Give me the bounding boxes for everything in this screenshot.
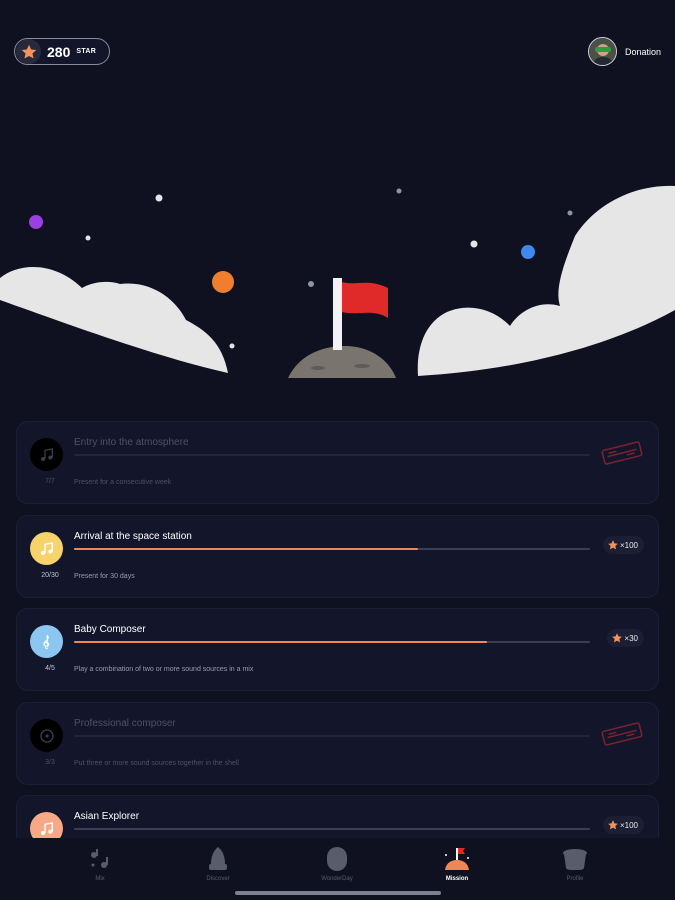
donation-button[interactable]: Donation <box>587 37 661 66</box>
tab-mission[interactable]: Mission <box>417 846 497 882</box>
mission-progress-text: 7/7 <box>45 478 55 485</box>
capsule-icon <box>297 846 377 872</box>
mission-title: Asian Explorer <box>74 811 140 822</box>
left-cloud <box>0 267 228 373</box>
mission-title: Arrival at the space station <box>74 531 192 542</box>
star-dot <box>229 343 235 349</box>
mission-description: Present for 30 days <box>74 573 135 580</box>
avatar <box>587 37 617 66</box>
reward-badge: ×100 <box>602 816 644 834</box>
mission-card[interactable]: Asian Explorer ×100 <box>16 795 659 838</box>
tab-wonderday[interactable]: WonderDay <box>297 846 377 882</box>
mission-progress-text: 4/5 <box>45 665 55 672</box>
mission-progress-bar <box>74 548 590 550</box>
music-note-icon <box>30 812 63 838</box>
tab-label: WonderDay <box>321 876 353 882</box>
tab-mix[interactable]: Mix <box>60 846 140 882</box>
mission-card[interactable]: Arrival at the space station 20/30 Prese… <box>16 515 659 598</box>
mission-progress-text: 20/30 <box>41 572 59 579</box>
blue-planet-icon <box>521 245 535 259</box>
star-unit: STAR <box>76 48 97 55</box>
mission-progress-fill <box>74 641 487 643</box>
mission-progress-fill <box>74 548 419 550</box>
star-count: 280 <box>47 43 71 60</box>
mission-progress-text: 3/3 <box>45 759 55 766</box>
star-icon <box>16 39 41 64</box>
tab-label: Mix <box>95 876 105 882</box>
mission-progress-fill <box>74 735 590 737</box>
mission-title: Entry into the atmosphere <box>74 437 189 448</box>
star-icon <box>608 540 618 550</box>
star-dot <box>85 235 91 241</box>
profile-pot-icon <box>535 846 615 872</box>
music-note-icon <box>30 532 63 565</box>
music-note-icon <box>30 438 63 471</box>
mission-progress-fill <box>74 454 590 456</box>
mission-list[interactable]: Entry into the atmosphere 7/7 Present fo… <box>0 418 675 838</box>
right-cloud <box>417 185 675 376</box>
reward-amount: ×100 <box>619 820 638 830</box>
reward-badge: ×30 <box>607 629 644 647</box>
mission-progress-bar <box>74 641 590 643</box>
mission-title: Professional composer <box>74 718 176 729</box>
star-dot <box>396 188 402 194</box>
mission-progress-bar <box>74 454 590 456</box>
mission-description: Present for a consecutive week <box>74 479 172 486</box>
star-dot <box>470 240 478 248</box>
tab-label: Mission <box>445 876 469 882</box>
mission-description: Put three or more sound sources together… <box>74 760 239 767</box>
completed-stamp-icon <box>601 722 643 746</box>
tab-label: Discover <box>206 876 230 882</box>
moon-flag-scene <box>0 185 675 378</box>
star-icon <box>612 633 623 643</box>
red-flag-icon <box>342 282 388 318</box>
mission-description: Play a combination of two or more sound … <box>74 666 254 673</box>
mission-card[interactable]: Baby Composer 4/5 Play a combination of … <box>16 608 659 691</box>
star-balance-pill[interactable]: 280 STAR <box>14 38 110 65</box>
tab-profile[interactable]: Profile <box>535 846 615 882</box>
mission-progress-bar <box>74 828 590 830</box>
record-icon <box>30 719 63 752</box>
star-dot <box>308 281 314 287</box>
mission-card[interactable]: Entry into the atmosphere 7/7 Present fo… <box>16 421 659 504</box>
star-dot <box>155 194 163 202</box>
treble-clef-icon <box>30 625 63 658</box>
mission-title: Baby Composer <box>74 624 146 635</box>
star-icon <box>608 820 618 830</box>
purple-planet-icon <box>29 215 43 229</box>
rocket-icon <box>178 846 258 872</box>
mission-card[interactable]: Professional composer 3/3 Put three or m… <box>16 702 659 785</box>
reward-amount: ×30 <box>624 633 638 643</box>
star-dot <box>567 210 573 216</box>
mission-progress-bar <box>74 735 590 737</box>
reward-badge: ×100 <box>602 536 644 554</box>
orange-planet-icon <box>212 271 234 293</box>
flag-pole <box>333 278 342 350</box>
mission-flag-icon <box>417 846 497 872</box>
reward-amount: ×100 <box>619 540 638 550</box>
tab-label: Profile <box>566 876 584 882</box>
home-indicator[interactable] <box>235 891 441 895</box>
tab-discover[interactable]: Discover <box>178 846 258 882</box>
music-notes-icon <box>60 846 140 872</box>
moon-hill <box>288 346 396 378</box>
completed-stamp-icon <box>601 441 643 465</box>
donation-label: Donation <box>624 46 661 57</box>
